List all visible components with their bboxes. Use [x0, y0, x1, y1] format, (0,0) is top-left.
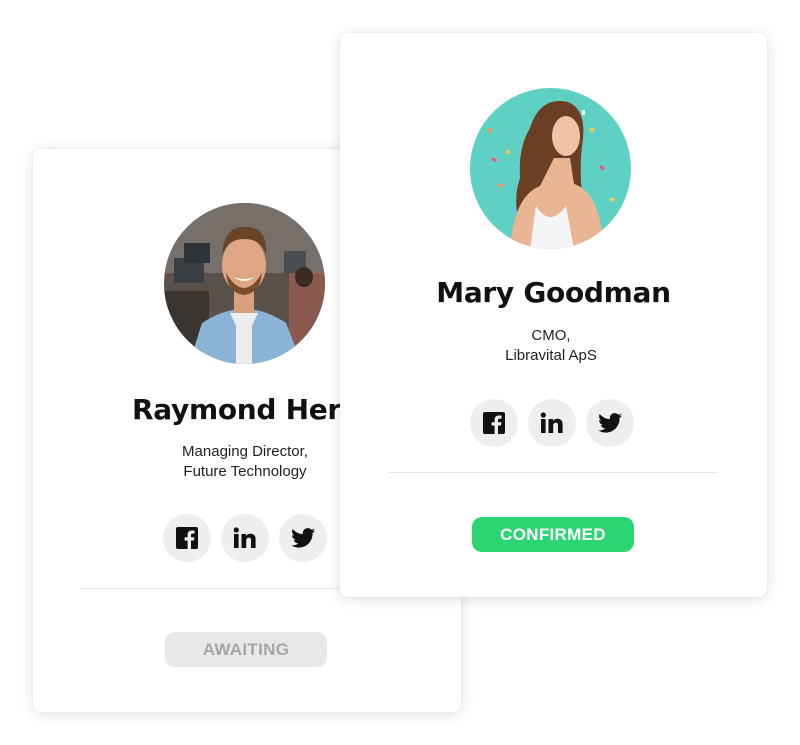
linkedin-icon: [233, 527, 256, 548]
linkedin-icon: [540, 412, 563, 433]
profile-card-mary: Mary Goodman CMO, Libravital ApS CONFIRM…: [340, 33, 767, 597]
linkedin-button[interactable]: [221, 514, 269, 562]
avatar: [164, 203, 325, 364]
facebook-icon: [483, 412, 505, 434]
linkedin-button[interactable]: [528, 399, 576, 447]
divider: [388, 472, 718, 473]
social-links: [163, 514, 327, 562]
twitter-button[interactable]: [279, 514, 327, 562]
social-links: [470, 399, 634, 447]
twitter-icon: [291, 528, 315, 548]
role-title: CMO,: [531, 327, 571, 344]
person-role: CMO, Libravital ApS: [340, 326, 762, 366]
facebook-icon: [176, 527, 198, 549]
status-badge-awaiting: AWAITING: [165, 632, 327, 667]
status-badge-confirmed: CONFIRMED: [472, 517, 634, 552]
facebook-button[interactable]: [163, 514, 211, 562]
avatar: [470, 88, 631, 249]
profile-photo-mary: [470, 88, 631, 249]
person-name: Mary Goodman: [436, 276, 671, 309]
twitter-button[interactable]: [586, 399, 634, 447]
twitter-icon: [598, 413, 622, 433]
profile-photo-raymond: [164, 203, 325, 364]
role-company: Libravital ApS: [505, 347, 597, 364]
facebook-button[interactable]: [470, 399, 518, 447]
